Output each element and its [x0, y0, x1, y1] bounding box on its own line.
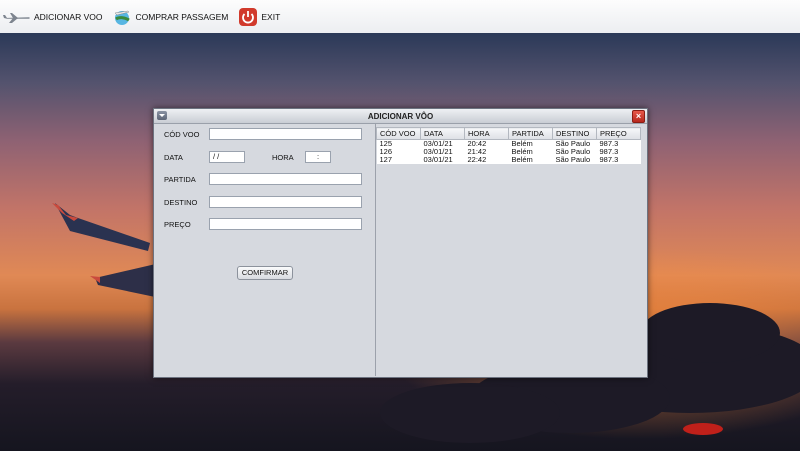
close-icon[interactable]: × — [632, 110, 645, 123]
exit-label: EXIT — [261, 11, 281, 22]
cloud-shape — [380, 383, 560, 443]
buy-ticket-button[interactable]: COMPRAR PASSAGEM — [109, 0, 231, 33]
destino-input[interactable] — [209, 196, 362, 208]
table-cell: Belém — [508, 156, 553, 164]
buy-ticket-label: COMPRAR PASSAGEM — [135, 11, 229, 22]
partida-label: PARTIDA — [164, 175, 196, 184]
flights-table-panel: CÓD VOO DATA HORA PARTIDA DESTINO PREÇO … — [376, 124, 646, 376]
partida-input[interactable] — [209, 173, 362, 185]
airplane-icon — [3, 6, 31, 28]
table-row[interactable]: 127 03/01/21 22:42 Belém São Paulo 987.3 — [376, 156, 641, 164]
hora-label: HORA — [272, 153, 294, 162]
column-header[interactable]: PARTIDA — [508, 127, 553, 140]
cloud-shape — [640, 303, 780, 363]
preco-label: PREÇO — [164, 220, 191, 229]
table-cell: São Paulo — [552, 156, 597, 164]
column-header[interactable]: PREÇO — [596, 127, 641, 140]
data-label: DATA — [164, 153, 183, 162]
airplane-wing-image — [52, 203, 160, 298]
column-header[interactable]: DATA — [420, 127, 465, 140]
ticket-plane-icon — [112, 6, 132, 28]
add-flight-button[interactable]: ADICIONAR VOO — [0, 0, 105, 33]
table-cell: 03/01/21 — [420, 156, 465, 164]
column-header[interactable]: HORA — [464, 127, 509, 140]
plane-silhouette-image — [683, 423, 723, 435]
hora-input[interactable]: : — [305, 151, 331, 163]
table-header-row: CÓD VOO DATA HORA PARTIDA DESTINO PREÇO — [376, 127, 641, 140]
top-toolbar: ADICIONAR VOO COMPRAR PASSAGEM EXIT — [0, 0, 800, 34]
window-titlebar[interactable]: ADICIONAR VÔO × — [154, 109, 647, 124]
table-cell: 22:42 — [464, 156, 509, 164]
data-input[interactable]: / / — [209, 151, 245, 163]
table-cell: 127 — [376, 156, 421, 164]
window-title: ADICIONAR VÔO — [367, 111, 434, 121]
add-flight-window: ADICIONAR VÔO × CÓD VOO DATA / / HORA : … — [153, 108, 648, 378]
table-cell: 987.3 — [596, 156, 641, 164]
column-header[interactable]: CÓD VOO — [376, 127, 421, 140]
add-flight-label: ADICIONAR VOO — [34, 11, 103, 22]
power-icon — [238, 6, 258, 28]
flight-form: CÓD VOO DATA / / HORA : PARTIDA DESTINO … — [154, 124, 375, 376]
window-menu-icon[interactable] — [157, 111, 167, 120]
exit-button[interactable]: EXIT — [235, 0, 283, 33]
confirm-button[interactable]: COMFIRMAR — [237, 266, 293, 280]
preco-input[interactable] — [209, 218, 362, 230]
cod-voo-input[interactable] — [209, 128, 362, 140]
destino-label: DESTINO — [164, 198, 198, 207]
column-header[interactable]: DESTINO — [552, 127, 597, 140]
flights-table: CÓD VOO DATA HORA PARTIDA DESTINO PREÇO … — [376, 127, 641, 164]
cod-voo-label: CÓD VOO — [164, 130, 200, 139]
